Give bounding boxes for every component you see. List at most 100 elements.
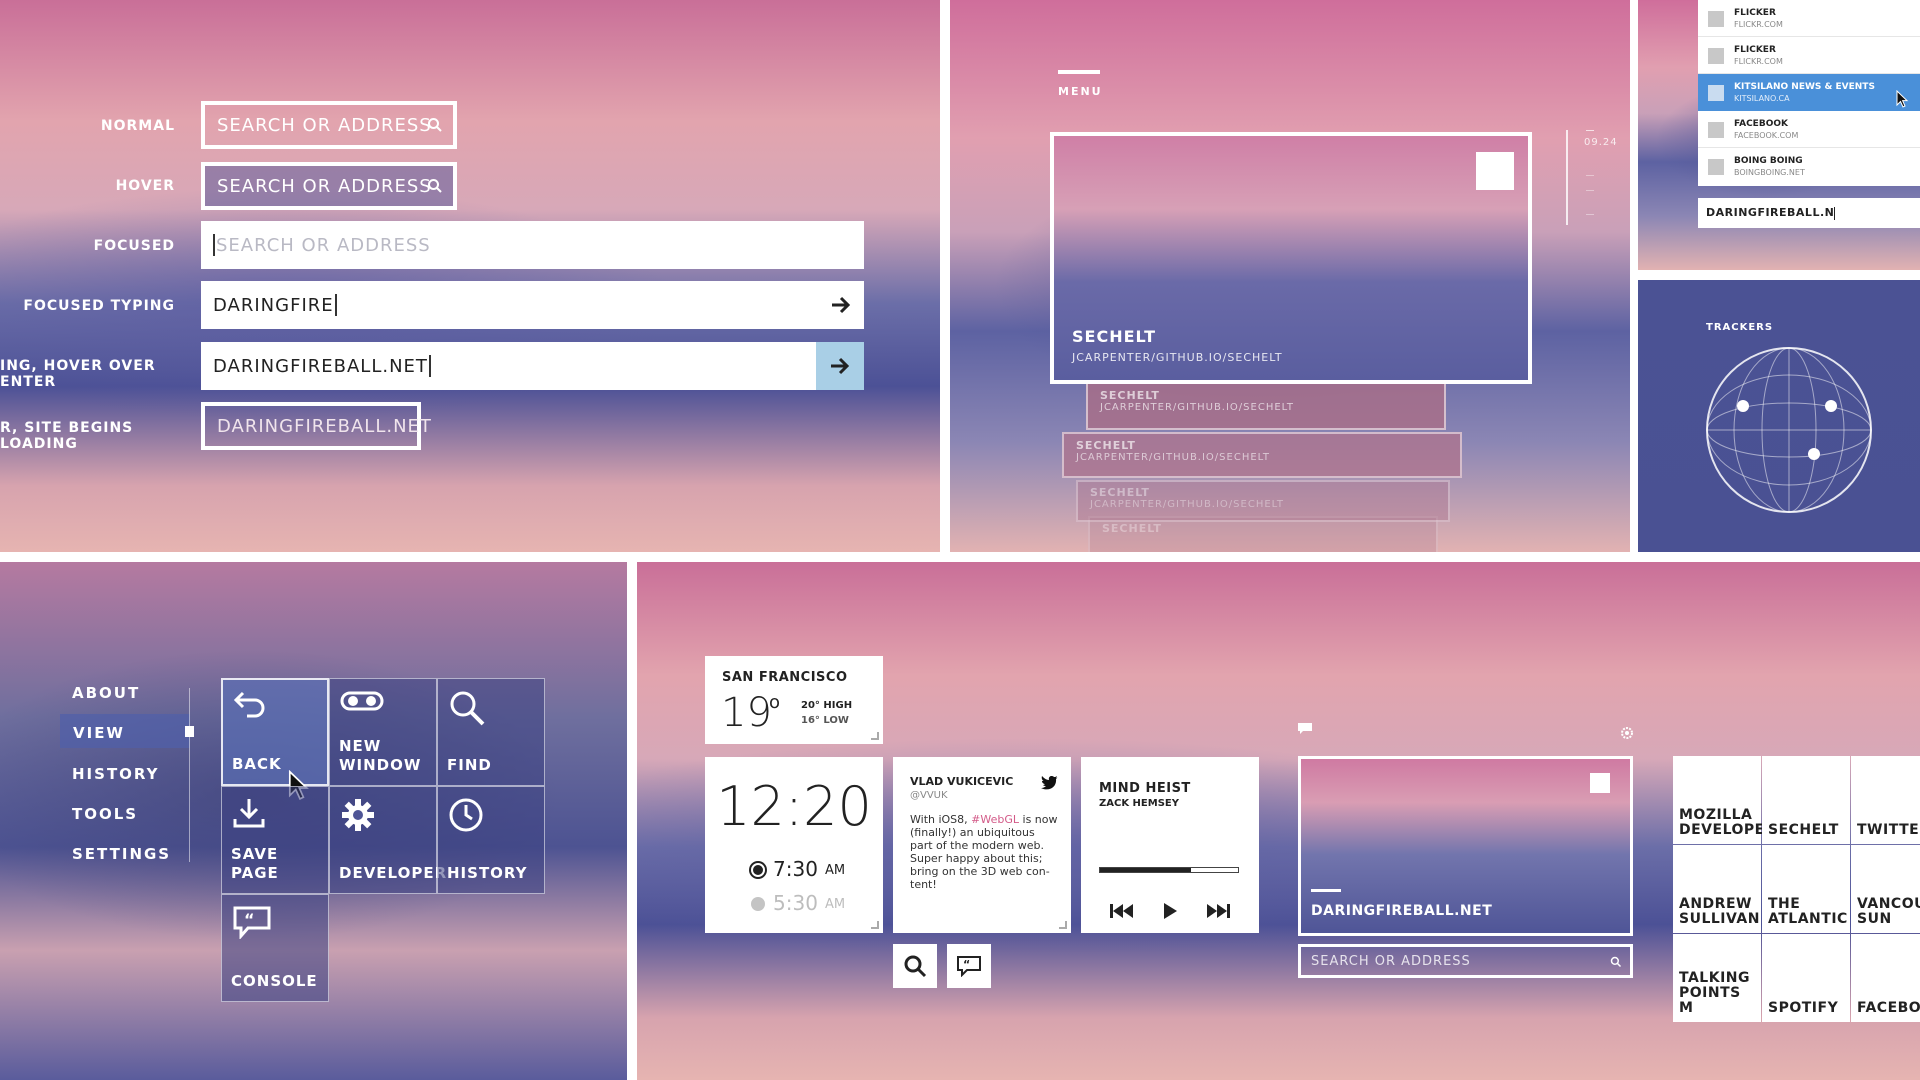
topsite-tile[interactable]: SECHELT bbox=[1762, 756, 1850, 844]
music-card[interactable]: MIND HEIST ZACK HEMSEY bbox=[1081, 757, 1259, 933]
tile-history[interactable]: HISTORY bbox=[437, 786, 545, 894]
tile-label: CONSOLE bbox=[231, 972, 318, 990]
urlbar-loading[interactable]: DARINGFIREBALL.NET bbox=[201, 402, 431, 450]
clock-time: 12:20 bbox=[716, 775, 872, 838]
comment-button[interactable]: “ bbox=[947, 944, 991, 988]
alarm-icon-inactive bbox=[751, 897, 765, 911]
menu-item-view-active[interactable]: VIEW bbox=[60, 714, 194, 748]
stacked-tab[interactable]: SECHELT JCARPENTER/GITHUB.IO/SECHELT bbox=[1062, 432, 1462, 478]
gear-icon bbox=[342, 799, 374, 831]
preview-site-name: DARINGFIREBALL.NET bbox=[1311, 903, 1493, 919]
resize-corner[interactable] bbox=[871, 732, 879, 740]
menu-item-view: VIEW bbox=[73, 724, 125, 742]
site-preview-card[interactable]: DARINGFIREBALL.NET bbox=[1298, 756, 1633, 936]
search-button[interactable] bbox=[893, 944, 937, 988]
weather-card[interactable]: SAN FRANCISCO 19 o 20° HIGH 16° LOW bbox=[705, 656, 883, 744]
tile-new-window[interactable]: NEW WINDOW bbox=[329, 678, 437, 786]
tile-back[interactable]: BACK bbox=[221, 678, 329, 801]
topsite-tile[interactable]: TWITTER bbox=[1851, 756, 1920, 844]
state-label-focused-typing: FOCUSED TYPING bbox=[23, 298, 175, 314]
svg-text:“: “ bbox=[244, 910, 255, 929]
stacked-tab[interactable]: SECHELT JCARPENTER/GITHUB.IO/SECHELT bbox=[1076, 480, 1450, 522]
suggestion-item[interactable]: FLICKER FLICKR.COM bbox=[1698, 0, 1920, 37]
favicon-placeholder bbox=[1708, 11, 1724, 27]
previous-track-icon[interactable] bbox=[1109, 903, 1135, 919]
topsite-tile[interactable]: MOZILLA DEVELOPE bbox=[1673, 756, 1764, 844]
weather-high: 20° HIGH bbox=[801, 700, 853, 711]
urlbar-focused-typing[interactable]: DARINGFIRE bbox=[201, 281, 864, 329]
stacked-tab-url: JCARPENTER/GITHUB.IO/SECHELT bbox=[1090, 499, 1284, 510]
tile-console[interactable]: “ CONSOLE bbox=[221, 894, 329, 1002]
favicon-placeholder bbox=[1708, 48, 1724, 64]
menu-item-settings[interactable]: SETTINGS bbox=[72, 845, 171, 863]
tile-developer[interactable]: DEVELOPER bbox=[329, 786, 446, 894]
active-tab-url: JCARPENTER/GITHUB.IO/SECHELT bbox=[1072, 351, 1283, 364]
topsite-tile[interactable]: FACEBOO bbox=[1851, 934, 1920, 1022]
trackers-label: TRACKERS bbox=[1706, 322, 1774, 333]
music-progress-track[interactable] bbox=[1099, 867, 1239, 873]
tab-close-square[interactable] bbox=[1476, 152, 1514, 190]
enter-arrow-icon bbox=[831, 357, 850, 375]
suggestion-input[interactable]: DARINGFIREBALL.N bbox=[1698, 198, 1920, 228]
resize-corner[interactable] bbox=[1059, 921, 1067, 929]
stacked-tab-title: SECHELT bbox=[1090, 486, 1150, 499]
preview-close-square[interactable] bbox=[1590, 773, 1610, 793]
enter-arrow-icon[interactable] bbox=[830, 295, 852, 315]
alarm-time-2: 5:30 bbox=[773, 891, 818, 915]
topsite-tile[interactable]: SPOTIFY bbox=[1762, 934, 1850, 1022]
topsite-tile[interactable]: THE ATLANTIC bbox=[1762, 845, 1850, 933]
chat-bubble-icon[interactable] bbox=[1297, 722, 1313, 736]
text-cursor bbox=[1834, 206, 1836, 220]
urlbar-normal[interactable]: SEARCH OR ADDRESS bbox=[201, 101, 457, 149]
enter-button[interactable] bbox=[816, 342, 864, 390]
topsite-tile[interactable]: VANCOU SUN bbox=[1851, 845, 1920, 933]
search-icon bbox=[428, 118, 442, 132]
menu-divider bbox=[189, 688, 190, 862]
resize-corner[interactable] bbox=[871, 921, 879, 929]
play-icon[interactable] bbox=[1162, 902, 1178, 920]
suggestion-title: BOING BOING bbox=[1734, 156, 1803, 166]
tile-save-page[interactable]: SAVE PAGE bbox=[221, 786, 329, 894]
urlbar-hover[interactable]: SEARCH OR ADDRESS bbox=[201, 162, 457, 210]
tab-stack-panel: MENU SECHELT SECHELT JCARPENTER/GITHUB.I… bbox=[950, 0, 1630, 552]
urlbar-hover-enter[interactable]: DARINGFIREBALL.NET bbox=[201, 342, 864, 390]
suggestion-url: FACEBOOK.COM bbox=[1734, 131, 1799, 140]
menu-label[interactable]: MENU bbox=[1058, 85, 1103, 98]
state-label-site-loading: R, SITE BEGINS LOADING bbox=[0, 420, 134, 452]
menu-bar-line bbox=[1058, 70, 1100, 74]
stacked-tab[interactable]: SECHELT JCARPENTER/GITHUB.IO/SECHELT bbox=[1086, 382, 1446, 430]
tile-find[interactable]: FIND bbox=[437, 678, 545, 786]
urlbar-normal-text: SEARCH OR ADDRESS bbox=[217, 114, 432, 136]
suggestion-item[interactable]: FACEBOOK FACEBOOK.COM bbox=[1698, 111, 1920, 148]
menu-item-tools[interactable]: TOOLS bbox=[72, 805, 138, 823]
suggestion-item-highlighted[interactable]: KITSILANO NEWS & EVENTS KITSILANO.CA bbox=[1698, 74, 1920, 111]
active-tab-title: SECHELT bbox=[1072, 327, 1156, 346]
active-tab-card[interactable]: SECHELT JCARPENTER/GITHUB.IO/SECHELT bbox=[1050, 132, 1532, 384]
suggestion-url: FLICKR.COM bbox=[1734, 20, 1783, 29]
tile-label: DEVELOPER bbox=[339, 864, 448, 882]
preview-search-input[interactable]: SEARCH OR ADDRESS bbox=[1298, 944, 1633, 978]
weather-degree: o bbox=[769, 692, 781, 713]
next-track-icon[interactable] bbox=[1205, 903, 1231, 919]
suggestion-item[interactable]: BOING BOING BOINGBOING.NET bbox=[1698, 148, 1920, 186]
menu-item-about[interactable]: ABOUT bbox=[72, 684, 140, 702]
topsite-label: ANDREW SULLIVAN bbox=[1679, 896, 1760, 927]
suggestion-input-text: DARINGFIREBALL.N bbox=[1706, 206, 1835, 219]
suggestion-item[interactable]: FLICKER FLICKR.COM bbox=[1698, 37, 1920, 74]
tweet-hashtag[interactable]: #WebGL bbox=[971, 813, 1019, 826]
topsite-tile[interactable]: ANDREW SULLIVAN bbox=[1673, 845, 1761, 933]
timeline-line[interactable] bbox=[1566, 130, 1568, 225]
suggestion-title: FACEBOOK bbox=[1734, 119, 1788, 129]
alarm-icon bbox=[751, 863, 765, 877]
widgets-panel: SAN FRANCISCO 19 o 20° HIGH 16° LOW 12:2… bbox=[637, 562, 1920, 1080]
clock-card[interactable]: 12:20 7:30 AM 5:30 AM bbox=[705, 757, 883, 933]
urlbar-focused[interactable]: SEARCH OR ADDRESS bbox=[201, 221, 864, 269]
alarm-suffix-2: AM bbox=[825, 897, 846, 912]
topsite-tile[interactable]: TALKING POINTS M bbox=[1673, 934, 1761, 1022]
topsite-label: SPOTIFY bbox=[1768, 1000, 1839, 1016]
globe-icon[interactable] bbox=[1703, 344, 1875, 516]
alarm-time-1: 7:30 bbox=[773, 857, 818, 881]
tweet-card[interactable]: VLAD VUKICEVIC @VVUK With iOS8, #WebGL i… bbox=[893, 757, 1071, 933]
settings-gear-icon[interactable] bbox=[1619, 725, 1635, 741]
menu-item-history[interactable]: HISTORY bbox=[72, 765, 160, 783]
